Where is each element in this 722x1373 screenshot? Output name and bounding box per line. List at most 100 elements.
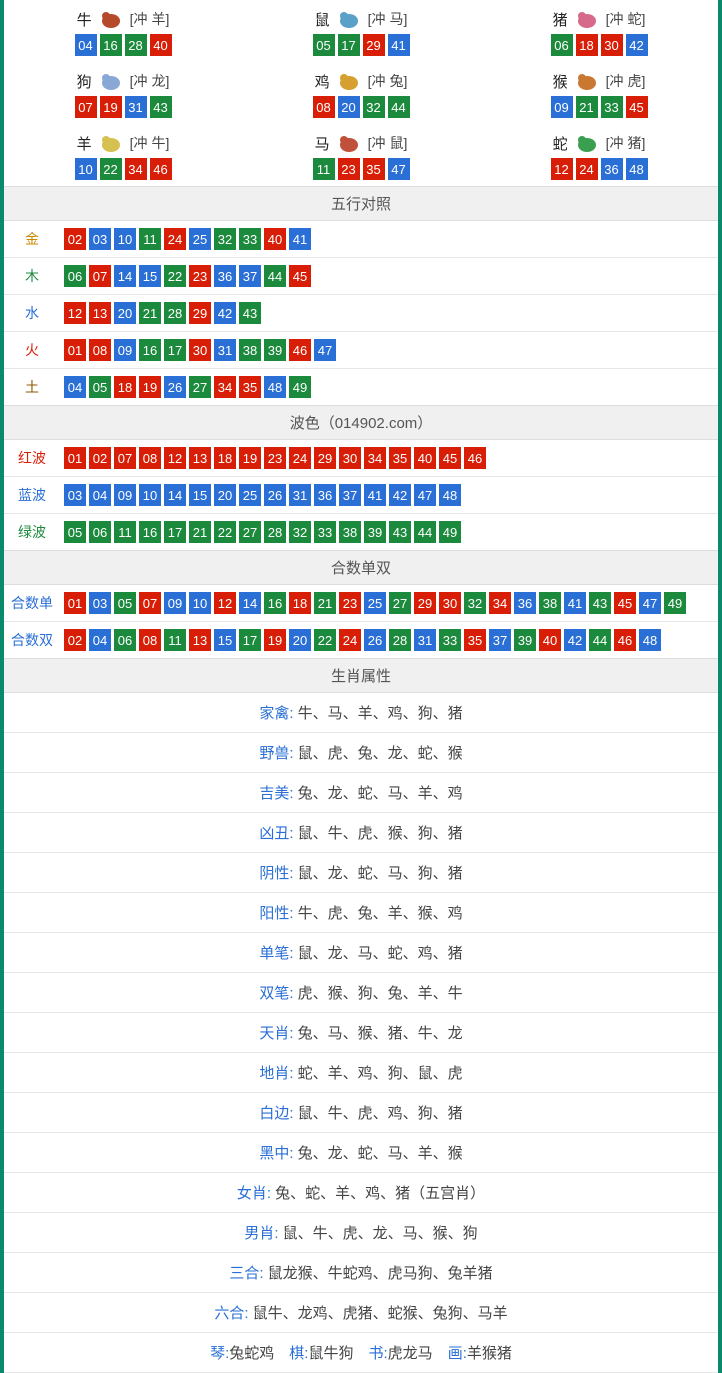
sx-text: 兔、蛇、羊、鸡、猪（五宫肖） [275,1185,485,1202]
sx-row: 女肖: 兔、蛇、羊、鸡、猪（五宫肖） [4,1173,718,1213]
sx-row: 野兽: 鼠、虎、兔、龙、蛇、猴 [4,733,718,773]
number-ball: 24 [576,158,598,180]
sx-label: 阴性: [259,865,293,882]
sx-label: 男肖: [244,1225,278,1242]
footer-label: 书: [369,1345,388,1362]
number-ball: 04 [89,484,111,506]
zodiac-icon [96,132,126,154]
number-ball: 39 [364,521,386,543]
number-ball: 03 [64,484,86,506]
number-ball: 13 [189,447,211,469]
zodiac-balls: 06183042 [480,34,718,56]
row-label: 金 [4,221,60,257]
number-ball: 14 [239,592,261,614]
number-ball: 11 [139,228,161,250]
zodiac-name: 羊 [77,133,92,154]
row-balls: 05061116172122272832333839434449 [60,515,718,549]
sx-row: 天肖: 兔、马、猴、猪、牛、龙 [4,1013,718,1053]
sx-label: 阳性: [259,905,293,922]
zodiac-icon [334,8,364,30]
number-ball: 34 [489,592,511,614]
number-ball: 05 [114,592,136,614]
number-ball: 17 [164,521,186,543]
number-ball: 02 [89,447,111,469]
number-ball: 47 [414,484,436,506]
zodiac-cell: 蛇[冲 猪]12243648 [480,124,718,186]
sx-row: 三合: 鼠龙猴、牛蛇鸡、虎马狗、兔羊猪 [4,1253,718,1293]
row-label: 合数单 [4,585,60,621]
number-ball: 40 [150,34,172,56]
row-label: 绿波 [4,514,60,550]
number-ball: 45 [614,592,636,614]
sx-text: 鼠龙猴、牛蛇鸡、虎马狗、兔羊猪 [268,1265,493,1282]
number-ball: 37 [339,484,361,506]
number-ball: 30 [339,447,361,469]
zodiac-conflict: [冲 猪] [606,133,646,153]
zodiac-conflict: [冲 兔] [368,71,408,91]
sx-row: 阳性: 牛、虎、兔、羊、猴、鸡 [4,893,718,933]
number-ball: 38 [239,339,261,361]
number-ball: 08 [139,447,161,469]
zodiac-conflict: [冲 龙] [130,71,170,91]
number-ball: 16 [264,592,286,614]
row-balls: 0204060811131517192022242628313335373940… [60,623,718,657]
number-ball: 41 [564,592,586,614]
number-ball: 15 [139,265,161,287]
number-ball: 04 [75,34,97,56]
number-ball: 40 [264,228,286,250]
sx-label: 女肖: [237,1185,271,1202]
number-ball: 44 [414,521,436,543]
number-ball: 16 [139,521,161,543]
number-ball: 03 [89,228,111,250]
number-ball: 29 [414,592,436,614]
number-ball: 27 [189,376,211,398]
zodiac-cell: 牛[冲 羊]04162840 [4,0,242,62]
zodiac-cell: 马[冲 鼠]11233547 [242,124,480,186]
number-ball: 19 [139,376,161,398]
number-ball: 20 [214,484,236,506]
row-label: 木 [4,258,60,294]
number-ball: 29 [314,447,336,469]
sx-label: 三合: [229,1265,263,1282]
row-balls: 1213202128294243 [60,296,718,330]
zodiac-conflict: [冲 鼠] [368,133,408,153]
number-ball: 20 [338,96,360,118]
sx-row: 六合: 鼠牛、龙鸡、虎猪、蛇猴、兔狗、马羊 [4,1293,718,1333]
number-ball: 12 [164,447,186,469]
number-ball: 10 [114,228,136,250]
row-label: 红波 [4,440,60,476]
number-ball: 25 [189,228,211,250]
number-ball: 43 [239,302,261,324]
number-ball: 39 [514,629,536,651]
number-ball: 01 [64,592,86,614]
number-ball: 11 [164,629,186,651]
number-ball: 05 [64,521,86,543]
number-ball: 02 [64,629,86,651]
data-row: 绿波05061116172122272832333839434449 [4,514,718,550]
number-ball: 47 [314,339,336,361]
number-ball: 45 [439,447,461,469]
sx-text: 鼠、牛、虎、鸡、狗、猪 [298,1105,463,1122]
footer-row: 琴:兔蛇鸡 棋:鼠牛狗 书:虎龙马 画:羊猴猪 [4,1333,718,1373]
zodiac-cell: 猪[冲 蛇]06183042 [480,0,718,62]
number-ball: 18 [214,447,236,469]
number-ball: 21 [189,521,211,543]
row-balls: 03040910141520252631363741424748 [60,478,718,512]
sx-row: 双笔: 虎、猴、狗、兔、羊、牛 [4,973,718,1013]
zodiac-conflict: [冲 蛇] [606,9,646,29]
number-ball: 41 [289,228,311,250]
number-ball: 07 [75,96,97,118]
number-ball: 44 [264,265,286,287]
number-ball: 47 [639,592,661,614]
number-ball: 23 [338,158,360,180]
sx-label: 双笔: [259,985,293,1002]
zodiac-conflict: [冲 牛] [130,133,170,153]
data-row: 金02031011242532334041 [4,221,718,258]
row-label: 蓝波 [4,477,60,513]
sx-text: 牛、马、羊、鸡、狗、猪 [298,705,463,722]
number-ball: 49 [439,521,461,543]
number-ball: 12 [551,158,573,180]
number-ball: 34 [125,158,147,180]
number-ball: 46 [614,629,636,651]
sx-row: 黑中: 兔、龙、蛇、马、羊、猴 [4,1133,718,1173]
